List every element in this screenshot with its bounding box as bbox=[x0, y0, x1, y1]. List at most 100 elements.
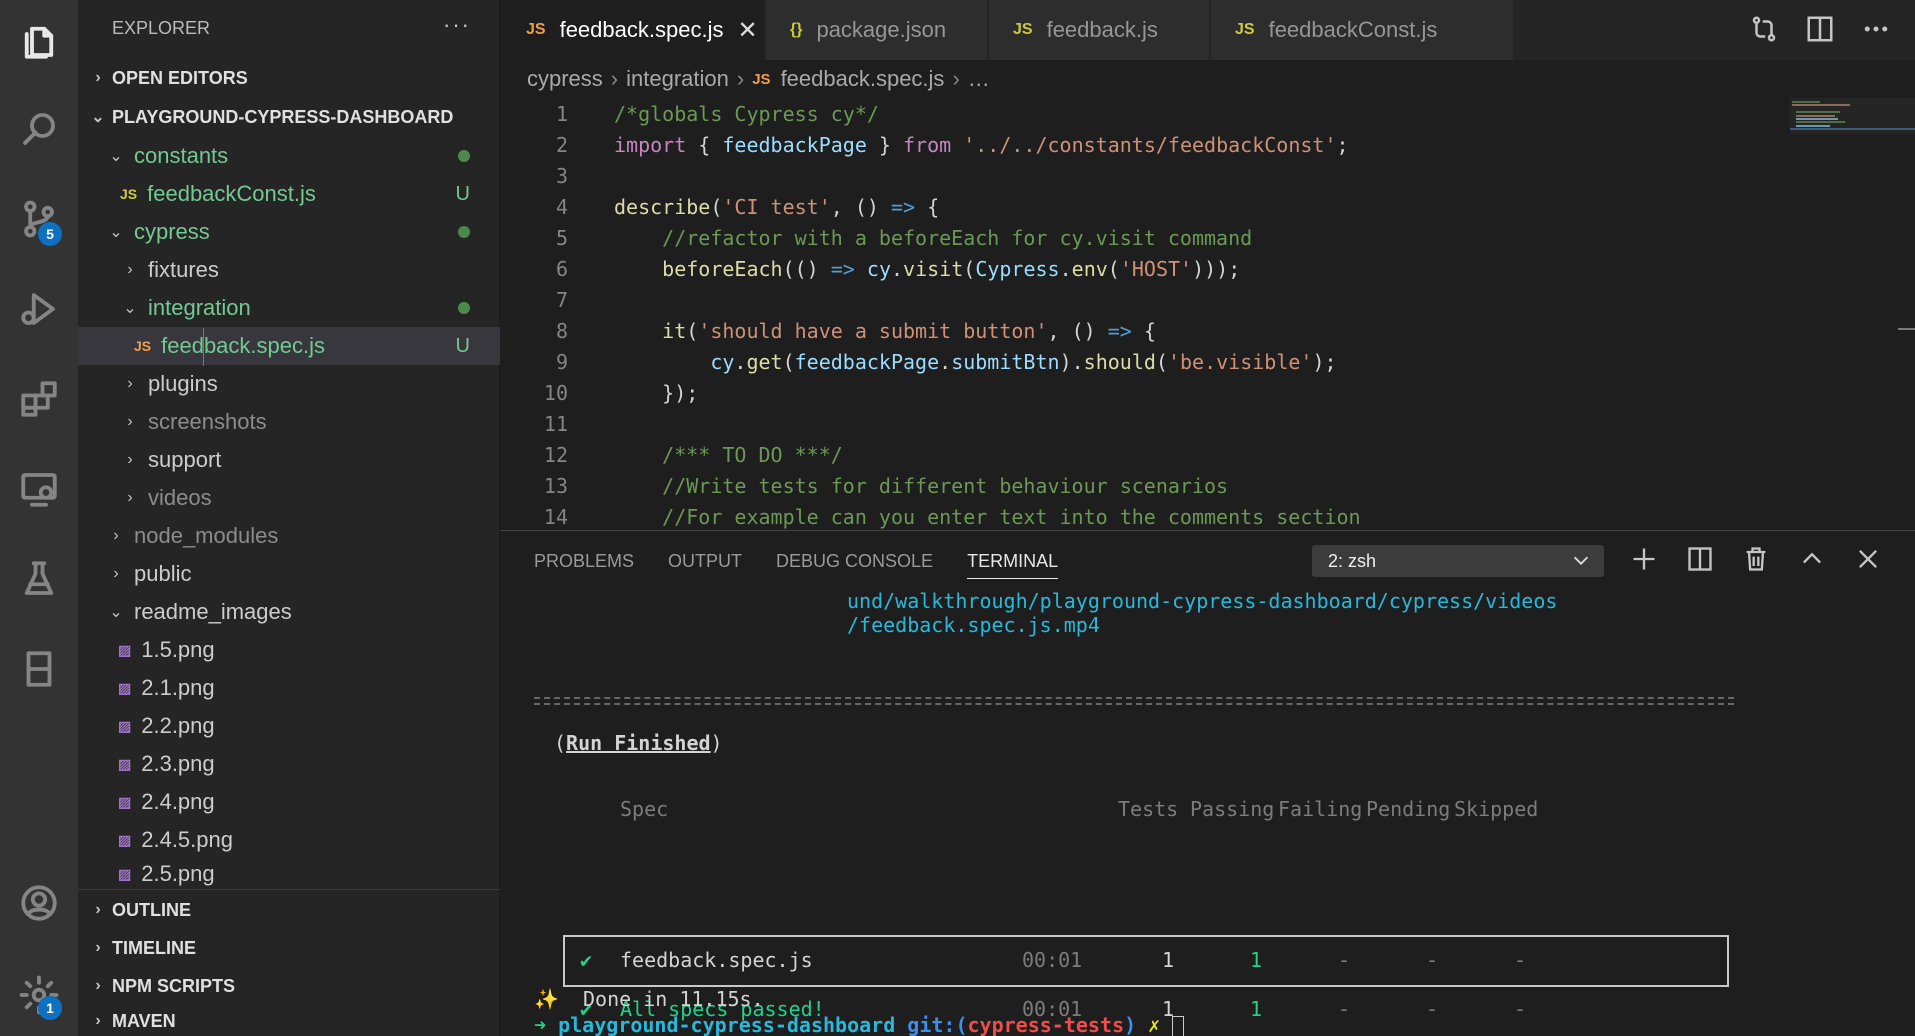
bookmark-panel-icon[interactable] bbox=[0, 632, 78, 706]
account-icon[interactable] bbox=[0, 866, 78, 940]
tree-file-image[interactable]: ▨ 2.3.png bbox=[78, 745, 500, 783]
tree-folder-fixtures[interactable]: › fixtures bbox=[78, 251, 500, 289]
code-line: describe('CI test', () => { bbox=[614, 195, 940, 219]
prompt-git-close: ) bbox=[1124, 1013, 1137, 1036]
tree-folder-screenshots[interactable]: › screenshots bbox=[78, 403, 500, 441]
sidebar-title: EXPLORER bbox=[112, 18, 211, 38]
outline-section[interactable]: › OUTLINE bbox=[78, 892, 500, 928]
tree-folder-integration[interactable]: ⌄ integration bbox=[78, 289, 500, 327]
open-editors-section[interactable]: › OPEN EDITORS bbox=[78, 60, 500, 96]
run-debug-icon[interactable] bbox=[0, 272, 78, 346]
compare-changes-icon[interactable] bbox=[1749, 14, 1779, 44]
terminal-cursor bbox=[1172, 1015, 1185, 1036]
tree-file-image[interactable]: ▨ 2.2.png bbox=[78, 707, 500, 745]
activity-bar: 5 1 bbox=[0, 0, 78, 1036]
more-actions-icon[interactable]: ··· bbox=[443, 12, 471, 38]
tab-output[interactable]: OUTPUT bbox=[668, 551, 742, 579]
js-file-icon: JS bbox=[134, 338, 152, 354]
prompt-dir: playground-cypress-dashboard bbox=[558, 1013, 896, 1036]
tab-terminal[interactable]: TERMINAL bbox=[967, 551, 1059, 579]
tree-label: videos bbox=[148, 485, 212, 510]
spec-passing: 1 bbox=[1250, 948, 1263, 972]
tree-label: support bbox=[148, 447, 222, 472]
chevron-down-icon: ⌄ bbox=[109, 148, 123, 165]
minimap[interactable] bbox=[1790, 98, 1915, 530]
check-icon: ✔ bbox=[580, 948, 593, 972]
new-terminal-icon[interactable] bbox=[1630, 545, 1658, 573]
tree-file-feedbackconst[interactable]: JS feedbackConst.js U bbox=[78, 175, 500, 213]
tree-label: fixtures bbox=[148, 257, 219, 282]
terminal-select[interactable]: 2: zsh bbox=[1312, 545, 1604, 577]
terminal-output[interactable]: und/walkthrough/playground-cypress-dashb… bbox=[534, 589, 1894, 1036]
summary-skipped: - bbox=[1514, 997, 1527, 1021]
tab-debug-console[interactable]: DEBUG CONSOLE bbox=[776, 551, 933, 579]
code-editor[interactable]: 1 2 3 4 5 6 7 8 9 10 11 12 13 14 /*globa… bbox=[500, 98, 1915, 530]
tree-folder-plugins[interactable]: › plugins bbox=[78, 365, 500, 403]
tree-label: constants bbox=[134, 143, 229, 168]
chevron-right-icon: › bbox=[95, 1012, 101, 1029]
prompt-branch: cypress-tests bbox=[967, 1013, 1125, 1036]
tab-label: feedbackConst.js bbox=[1268, 17, 1438, 42]
tree-label: readme_images bbox=[134, 599, 292, 624]
tree-file-image[interactable]: ▨ 2.1.png bbox=[78, 669, 500, 707]
tab-feedback-js[interactable]: JS feedback.js bbox=[989, 0, 1210, 60]
close-icon[interactable]: ✕ bbox=[737, 16, 757, 45]
settings-gear-icon[interactable]: 1 bbox=[0, 958, 78, 1032]
spec-pending: - bbox=[1426, 948, 1439, 972]
tab-feedbackconst[interactable]: JS feedbackConst.js bbox=[1211, 0, 1514, 60]
tree-file-image[interactable]: ▨ 2.4.png bbox=[78, 783, 500, 821]
line-number: 13 bbox=[543, 474, 568, 498]
summary-pending: - bbox=[1426, 997, 1439, 1021]
remote-explorer-icon[interactable] bbox=[0, 452, 78, 526]
chevron-up-icon[interactable] bbox=[1798, 545, 1826, 573]
tree-file-image[interactable]: ▨ 2.5.png bbox=[78, 859, 500, 889]
testing-flask-icon[interactable] bbox=[0, 542, 78, 616]
tree-folder-node-modules[interactable]: › node_modules bbox=[78, 517, 500, 555]
tree-label: cypress bbox=[134, 219, 210, 244]
tree-label: feedbackConst.js bbox=[147, 181, 316, 206]
chevron-right-icon: › bbox=[127, 489, 133, 506]
modified-dot bbox=[458, 302, 470, 314]
extensions-icon[interactable] bbox=[0, 362, 78, 436]
breadcrumb-item[interactable]: … bbox=[968, 66, 990, 92]
maven-section[interactable]: › MAVEN bbox=[78, 1006, 500, 1036]
close-icon[interactable] bbox=[1854, 545, 1882, 573]
tree-folder-videos[interactable]: › videos bbox=[78, 479, 500, 517]
timeline-section[interactable]: › TIMELINE bbox=[78, 930, 500, 966]
separator-rule bbox=[534, 703, 1734, 705]
project-root-section[interactable]: ⌄ PLAYGROUND-CYPRESS-DASHBOARD bbox=[78, 99, 500, 135]
tab-package-json[interactable]: {} package.json bbox=[766, 0, 988, 60]
tree-label: 1.5.png bbox=[141, 637, 215, 662]
tree-folder-support[interactable]: › support bbox=[78, 441, 500, 479]
line-number: 14 bbox=[543, 505, 568, 529]
tree-folder-public[interactable]: › public bbox=[78, 555, 500, 593]
tree-file-image[interactable]: ▨ 1.5.png bbox=[78, 631, 500, 669]
tree-file-image[interactable]: ▨ 2.4.5.png bbox=[78, 821, 500, 859]
search-icon[interactable] bbox=[0, 92, 78, 166]
table-header-failing: Failing bbox=[1278, 797, 1363, 821]
split-editor-icon[interactable] bbox=[1805, 14, 1835, 44]
breadcrumb-item[interactable]: integration bbox=[626, 66, 729, 92]
tree-file-feedback-spec[interactable]: JS feedback.spec.js U bbox=[78, 327, 500, 365]
more-actions-icon[interactable] bbox=[1861, 14, 1891, 44]
js-file-icon: JS bbox=[1013, 21, 1033, 38]
tab-feedback-spec[interactable]: JS feedback.spec.js ✕ bbox=[500, 0, 765, 60]
tree-folder-constants[interactable]: ⌄ constants bbox=[78, 137, 500, 175]
scm-badge: 5 bbox=[38, 222, 62, 246]
split-terminal-icon[interactable] bbox=[1686, 545, 1714, 573]
tab-problems[interactable]: PROBLEMS bbox=[534, 551, 634, 579]
source-control-icon[interactable]: 5 bbox=[0, 182, 78, 256]
tree-folder-cypress[interactable]: ⌄ cypress bbox=[78, 213, 500, 251]
tree-folder-readme-images[interactable]: ⌄ readme_images bbox=[78, 593, 500, 631]
explorer-icon[interactable] bbox=[0, 4, 78, 78]
code-line: //refactor with a beforeEach for cy.visi… bbox=[614, 226, 1253, 250]
settings-badge: 1 bbox=[38, 996, 62, 1020]
tree-label: 2.4.5.png bbox=[141, 827, 233, 852]
npm-scripts-section[interactable]: › NPM SCRIPTS bbox=[78, 968, 500, 1004]
code-line: /*** TO DO ***/ bbox=[614, 443, 843, 467]
breadcrumb-item[interactable]: feedback.spec.js bbox=[781, 66, 945, 92]
project-root-label: PLAYGROUND-CYPRESS-DASHBOARD bbox=[112, 106, 454, 127]
breadcrumb-item[interactable]: cypress bbox=[527, 66, 603, 92]
line-number: 9 bbox=[555, 350, 568, 374]
trash-icon[interactable] bbox=[1742, 545, 1770, 573]
